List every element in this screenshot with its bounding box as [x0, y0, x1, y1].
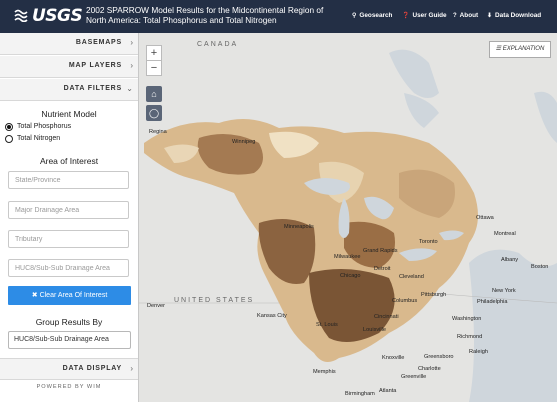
label-ottawa: Ottawa	[476, 215, 494, 221]
zoom-out-button[interactable]: −	[146, 60, 162, 76]
app-header: USGS 2002 SPARROW Model Results for the …	[0, 0, 557, 33]
label-milwaukee: Milwaukee	[334, 254, 361, 260]
search-icon: ⚲	[352, 13, 357, 19]
major-drainage-area-input[interactable]	[8, 201, 129, 219]
label-new-york: New York	[492, 288, 516, 294]
label-toronto: Toronto	[419, 239, 438, 245]
label-albany: Albany	[501, 257, 519, 263]
label-knoxville: Knoxville	[382, 355, 405, 361]
label-cincinnati: Cincinnati	[374, 314, 399, 320]
chevron-down-icon: ⌄	[126, 84, 133, 93]
home-button[interactable]: ⌂	[146, 86, 162, 102]
label-cleveland: Cleveland	[399, 274, 424, 280]
zoom-in-button[interactable]: +	[146, 45, 162, 61]
label-birmingham: Birmingham	[345, 391, 375, 397]
nutrient-model-title: Nutrient Model	[41, 109, 97, 119]
label-detroit: Detroit	[374, 266, 391, 272]
huc8-input[interactable]	[8, 259, 129, 277]
data-display-accordion[interactable]: DATA DISPLAY ›	[0, 358, 138, 380]
label-grand-rapids: Grand Rapids	[363, 248, 398, 254]
data-filters-accordion[interactable]: DATA FILTERS ⌄	[0, 79, 138, 101]
label-memphis: Memphis	[313, 369, 336, 375]
app-title: 2002 SPARROW Model Results for the Midco…	[86, 5, 324, 25]
label-charlotte: Charlotte	[418, 366, 441, 372]
explanation-button[interactable]: ☰ EXPLANATION	[489, 41, 551, 58]
label-columbus: Columbus	[392, 298, 418, 304]
sidebar: BASEMAPS › MAP LAYERS › DATA FILTERS ⌄ Nutr…	[0, 33, 139, 402]
label-greenville: Greenville	[401, 374, 427, 380]
group-results-select[interactable]: HUC8/Sub-Sub Drainage Area	[8, 331, 131, 349]
label-philadelphia: Philadelphia	[477, 299, 508, 305]
label-louisville: Louisville	[363, 327, 387, 333]
label-usa: UNITED STATES	[174, 297, 255, 304]
basemaps-accordion[interactable]: BASEMAPS ›	[0, 33, 138, 55]
total-nitrogen-radio[interactable]	[5, 135, 13, 143]
nav-about[interactable]: ? About	[453, 12, 478, 19]
label-atlanta: Atlanta	[379, 388, 397, 394]
label-minneapolis: Minneapolis	[284, 224, 314, 230]
list-icon: ☰	[495, 46, 502, 52]
map-layers-accordion[interactable]: MAP LAYERS ›	[0, 56, 138, 78]
label-pittsburgh: Pittsburgh	[421, 292, 447, 298]
download-icon: ⬇	[487, 13, 493, 19]
nav-geosearch[interactable]: ⚲ Geosearch	[352, 12, 392, 19]
total-phosphorus-radio[interactable]	[5, 123, 13, 131]
label-boston: Boston	[531, 264, 549, 270]
tributary-input[interactable]	[8, 230, 129, 248]
label-raleigh: Raleigh	[469, 349, 488, 355]
label-montreal: Montreal	[494, 231, 516, 237]
total-phosphorus-label: Total Phosphorus	[17, 123, 72, 130]
close-icon: ✖	[31, 292, 38, 299]
label-richmond: Richmond	[457, 334, 483, 340]
clear-area-button[interactable]: ✖ Clear Area Of Interest	[8, 286, 131, 305]
label-st-louis: St. Louis	[316, 322, 338, 328]
state-province-input[interactable]	[8, 171, 129, 189]
question-icon: ❓	[402, 13, 410, 19]
logo-text: USGS	[32, 6, 83, 26]
locate-icon: ◯	[148, 108, 160, 118]
label-denver: Denver	[147, 303, 166, 309]
home-icon: ⌂	[151, 89, 157, 99]
chevron-right-icon: ›	[130, 364, 133, 373]
nav-data-download[interactable]: ⬇ Data Download	[487, 12, 541, 19]
chevron-right-icon: ›	[130, 38, 133, 47]
label-chicago: Chicago	[340, 273, 361, 279]
chevron-right-icon: ›	[130, 61, 133, 70]
usgs-logo[interactable]: USGS	[14, 6, 83, 26]
label-kansas-city: Kansas City	[257, 313, 287, 319]
locate-button[interactable]: ◯	[146, 105, 162, 121]
label-winnipeg: Winnipeg	[232, 139, 256, 145]
label-regina: Regina	[149, 129, 167, 135]
label-canada: CANADA	[197, 41, 239, 48]
label-washington: Washington	[452, 316, 482, 322]
label-greensboro: Greensboro	[424, 354, 454, 360]
powered-by: POWERED BY WIM	[36, 384, 102, 390]
nav-user-guide[interactable]: ❓ User Guide	[402, 12, 447, 19]
area-of-interest-title: Area of Interest	[39, 156, 99, 166]
map-canvas	[139, 33, 557, 402]
map-view[interactable]: + − ⌂ ◯ ☰ EXPLANATION CANADA UNITED STAT…	[139, 33, 557, 402]
total-nitrogen-label: Total Nitrogen	[17, 135, 61, 142]
question-icon: ?	[453, 13, 457, 19]
usgs-wave-icon	[14, 9, 28, 22]
group-results-title: Group Results By	[35, 317, 103, 327]
